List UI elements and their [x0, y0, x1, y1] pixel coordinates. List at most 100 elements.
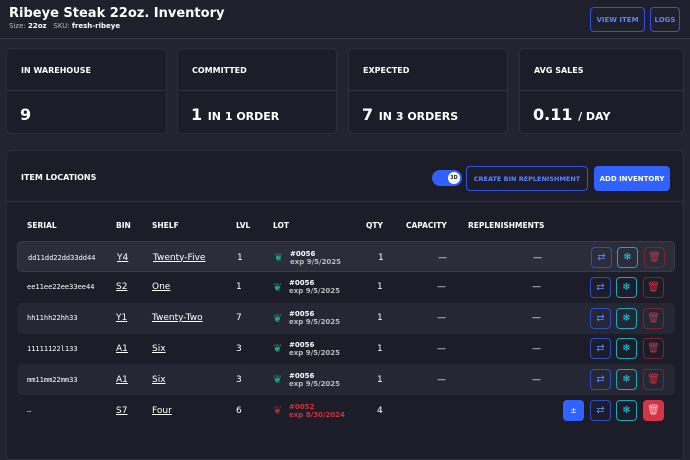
- divider: [520, 90, 683, 91]
- table-row[interactable]: — S7 Four 6 ❦ #0052 exp 8/30/2024 4 ± ⇄ ❄…: [17, 395, 675, 426]
- quantity: 1: [378, 252, 384, 263]
- trash-icon: 🗑: [647, 405, 660, 416]
- delete-button[interactable]: 🗑: [643, 338, 664, 360]
- trash-icon: 🗑: [648, 252, 661, 263]
- bin-link[interactable]: S7: [116, 395, 127, 426]
- lot-number: #0056: [289, 279, 315, 288]
- shelf-link[interactable]: Twenty-Five: [153, 242, 205, 273]
- serial: ee11ee22ee33ee44: [27, 283, 95, 292]
- shelf-link[interactable]: Four: [152, 395, 172, 426]
- lot-expiry: exp 9/5/2025: [290, 257, 342, 266]
- sku-value: fresh-ribeye: [71, 22, 121, 30]
- 3d-toggle[interactable]: 3D: [432, 170, 462, 186]
- shelf-link[interactable]: One: [152, 272, 170, 303]
- table-row[interactable]: hh11hh22hh33 Y1 Twenty-Two 7 ❦ #0056 exp …: [17, 302, 675, 334]
- stat-card: EXPECTED 7 IN 3 ORDERS: [348, 48, 508, 134]
- delete-button[interactable]: 🗑: [644, 247, 665, 268]
- stat-card: COMMITTED 1 IN 1 ORDER: [177, 48, 337, 134]
- quantity: 1: [377, 374, 383, 385]
- lot-number: #0056: [289, 371, 315, 380]
- stat-number: 7: [362, 105, 374, 124]
- replenishments: —: [532, 374, 541, 385]
- column-header: REPLENISHMENTS: [468, 221, 545, 230]
- sku-label: SKU:: [53, 22, 70, 30]
- lot-expiry: exp 9/5/2025: [289, 348, 341, 357]
- logs-button[interactable]: LOGS: [650, 7, 680, 32]
- serial: dd11dd22dd33dd44: [28, 253, 96, 262]
- freeze-button[interactable]: ❄: [616, 400, 637, 421]
- delete-button[interactable]: 🗑: [643, 307, 664, 329]
- stat-card: AVG SALES 0.11 / DAY: [519, 48, 684, 134]
- stat-label: IN WAREHOUSE: [21, 66, 91, 75]
- stat-value: 7 IN 3 ORDERS: [362, 105, 458, 124]
- freeze-button[interactable]: ❄: [616, 307, 637, 329]
- lot-number: #0056: [290, 249, 316, 258]
- replenishments: —: [532, 313, 541, 324]
- shelf-link[interactable]: Six: [152, 333, 166, 364]
- adjust-quantity-button[interactable]: ±: [563, 400, 584, 421]
- size-label: Size:: [9, 22, 26, 30]
- freeze-button[interactable]: ❄: [616, 338, 637, 360]
- stat-value: 1 IN 1 ORDER: [191, 105, 279, 124]
- bin-link[interactable]: Y1: [116, 303, 127, 334]
- lot-number: #0056: [289, 340, 315, 349]
- column-header: CAPACITY: [406, 221, 447, 230]
- toggle-knob: 3D: [448, 172, 460, 184]
- move-button[interactable]: ⇄: [590, 307, 611, 329]
- lot: #0056 exp 9/5/2025: [289, 364, 340, 395]
- lot-expiry: exp 9/5/2025: [289, 318, 341, 327]
- table-row[interactable]: dd11dd22dd33dd44 Y4 Twenty-Five 1 ❦ #005…: [17, 241, 675, 272]
- snowflake-icon: ❄: [622, 281, 631, 293]
- bin-link[interactable]: Y4: [117, 242, 128, 273]
- capacity: —: [437, 313, 446, 324]
- capacity: —: [437, 343, 446, 354]
- move-button[interactable]: ⇄: [590, 369, 611, 391]
- freeze-button[interactable]: ❄: [616, 369, 637, 391]
- shelf-link[interactable]: Twenty-Two: [152, 303, 203, 334]
- lot-expiry: exp 9/5/2025: [289, 287, 341, 296]
- bin-link[interactable]: A1: [116, 364, 128, 395]
- delete-button[interactable]: 🗑: [643, 400, 664, 421]
- freeze-button[interactable]: ❄: [617, 247, 638, 268]
- item-meta: Size: 22oz SKU: fresh-ribeye: [9, 22, 120, 30]
- move-button[interactable]: ⇄: [590, 338, 611, 360]
- level: 6: [236, 405, 242, 416]
- quantity: 1: [377, 282, 383, 293]
- move-button[interactable]: ⇄: [590, 400, 611, 421]
- leaf-icon: ❦: [273, 404, 283, 417]
- serial: mm11mm22mm33: [27, 375, 78, 384]
- stat-number: 1: [191, 105, 203, 124]
- column-header: SHELF: [152, 221, 179, 230]
- table-row[interactable]: mm11mm22mm33 A1 Six 3 ❦ #0056 exp 9/5/202…: [17, 364, 675, 396]
- arrows-swap-icon: ⇄: [596, 312, 605, 324]
- arrows-swap-icon: ⇄: [597, 252, 606, 263]
- arrows-swap-icon: ⇄: [596, 343, 605, 355]
- stat-label: AVG SALES: [534, 66, 584, 75]
- replenishments: —: [532, 343, 541, 354]
- move-button[interactable]: ⇄: [591, 247, 612, 268]
- plus-minus-icon: ±: [570, 406, 577, 415]
- quantity: 4: [377, 405, 383, 416]
- stat-label: COMMITTED: [192, 66, 247, 75]
- move-button[interactable]: ⇄: [590, 276, 611, 298]
- level: 3: [236, 374, 242, 385]
- delete-button[interactable]: 🗑: [643, 369, 664, 391]
- lot: #0056 exp 9/5/2025: [290, 242, 341, 273]
- table-row[interactable]: ee11ee22ee33ee44 S2 One 1 ❦ #0056 exp 9/5…: [17, 272, 675, 303]
- capacity: —: [438, 252, 447, 263]
- freeze-button[interactable]: ❄: [616, 276, 637, 298]
- shelf-link[interactable]: Six: [152, 364, 166, 395]
- quantity: 1: [377, 343, 383, 354]
- create-bin-replenishment-button[interactable]: CREATE BIN REPLENISHMENT: [466, 166, 588, 191]
- level: 7: [236, 313, 242, 324]
- table-row[interactable]: 11111122l133 A1 Six 3 ❦ #0056 exp 9/5/202…: [17, 333, 675, 364]
- bin-link[interactable]: A1: [116, 333, 128, 364]
- lot: #0056 exp 9/5/2025: [289, 303, 340, 334]
- view-item-button[interactable]: VIEW ITEM: [590, 7, 645, 32]
- delete-button[interactable]: 🗑: [643, 276, 664, 298]
- add-inventory-button[interactable]: ADD INVENTORY: [594, 166, 670, 191]
- level: 1: [237, 252, 243, 263]
- lot-number: #0052: [289, 402, 315, 411]
- bin-link[interactable]: S2: [116, 272, 127, 303]
- lot: #0052 exp 8/30/2024: [289, 395, 345, 426]
